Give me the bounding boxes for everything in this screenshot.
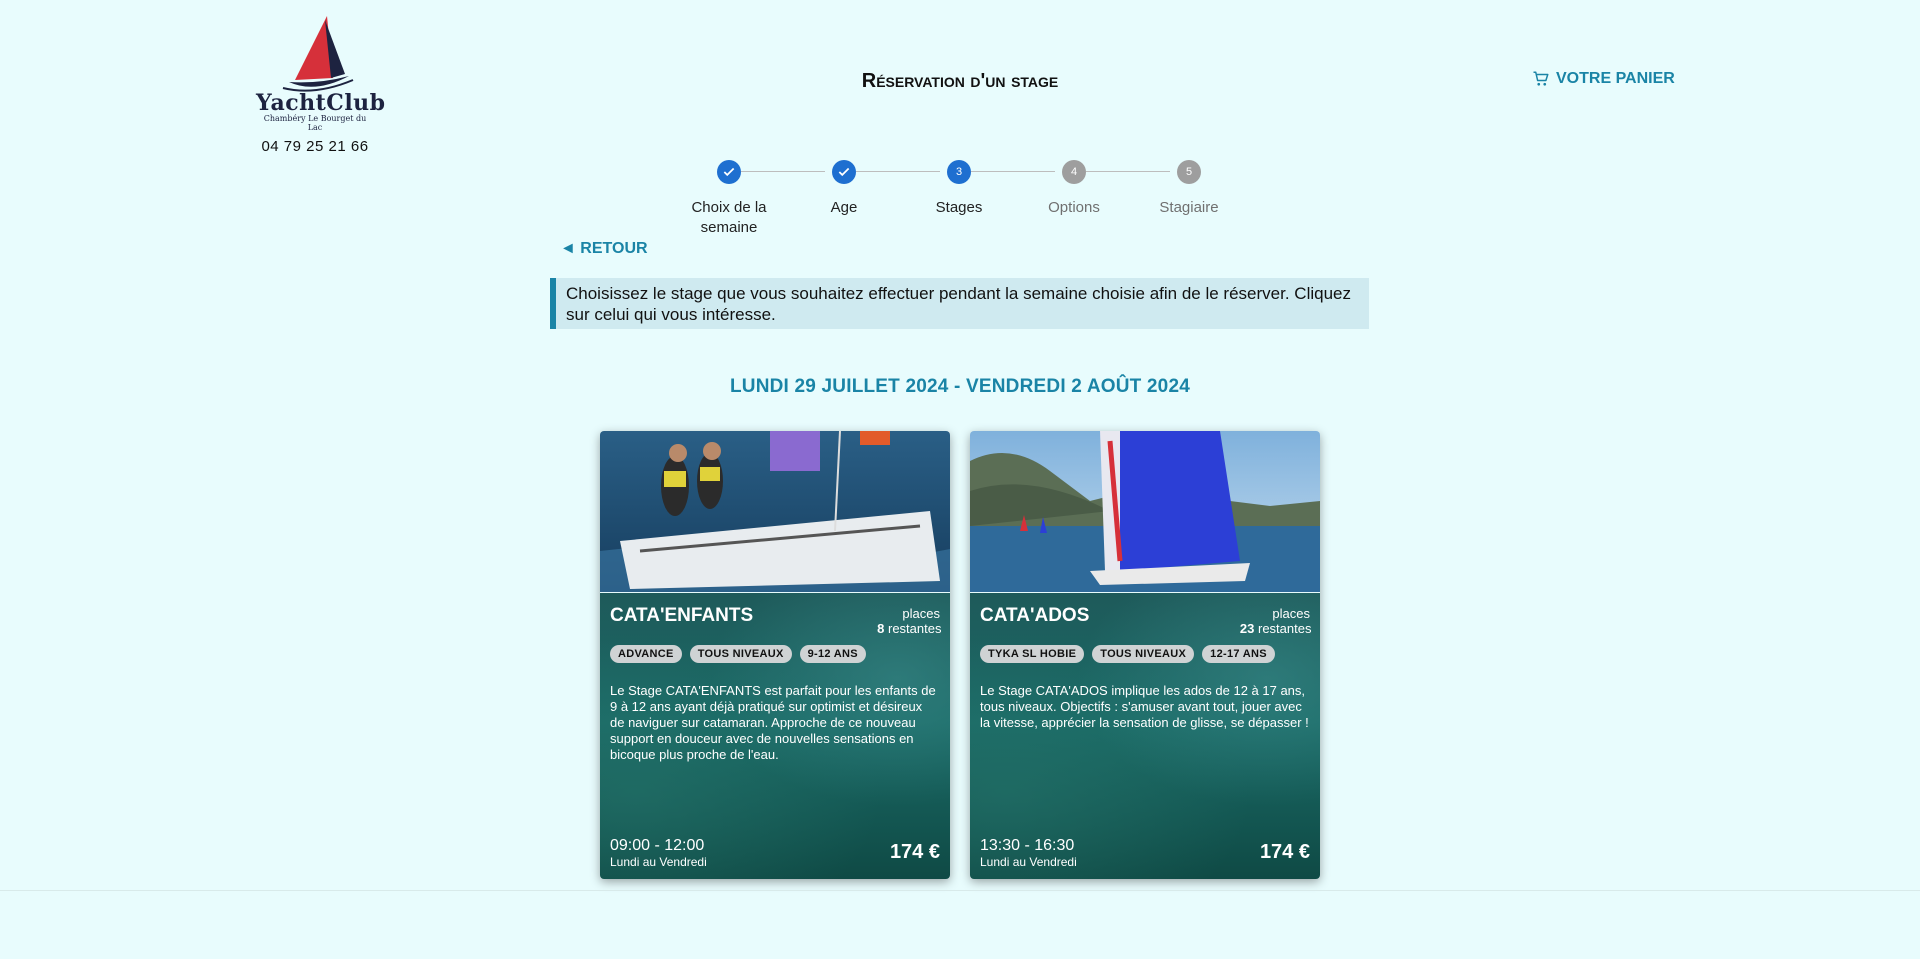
tag-list: TYKA SL HOBIE TOUS NIVEAUX 12-17 ANS	[980, 645, 1275, 663]
logo-name: YachtClub	[256, 90, 386, 116]
step-age[interactable]: Age	[784, 160, 904, 218]
step-stagiaire: 5 Stagiaire	[1129, 160, 1249, 218]
places-remaining: 23 places restantes	[1239, 606, 1312, 636]
tag-badge: TYKA SL HOBIE	[980, 645, 1085, 663]
sailboat-logo-icon	[282, 16, 354, 92]
step-number: 5	[1177, 160, 1201, 184]
stage-price: 174 €	[1259, 841, 1310, 863]
step-label: Stages	[935, 199, 983, 216]
stage-time: 13:30 - 16:30	[980, 837, 1075, 854]
tag-badge: TOUS NIVEAUX	[689, 645, 792, 663]
places-text: places restantes	[1258, 606, 1312, 636]
logo-subtitle: Chambéry Le Bourget du Lac	[263, 114, 367, 132]
page-title: Réservation d'un stage	[760, 70, 1160, 93]
places-text: places restantes	[888, 606, 942, 636]
cart-button[interactable]: VOTRE PANIER	[1532, 70, 1675, 88]
stage-title: CATA'ADOS	[980, 605, 1090, 626]
stage-photo	[600, 431, 950, 592]
card-body: CATA'ADOS 23 places restantes TYKA SL HO…	[970, 593, 1320, 879]
step-check-icon	[832, 160, 856, 184]
step-label: Stagiaire	[1159, 199, 1219, 216]
stage-photo	[970, 431, 1320, 592]
stage-title: CATA'ENFANTS	[610, 605, 754, 626]
stage-price: 174 €	[889, 841, 940, 863]
tag-badge: ADVANCE	[610, 645, 682, 663]
step-check-icon	[717, 160, 741, 184]
week-date-heading: LUNDI 29 JUILLET 2024 - VENDREDI 2 AOÛT …	[729, 376, 1190, 397]
stage-card-cata-ados[interactable]: CATA'ADOS 23 places restantes TYKA SL HO…	[970, 431, 1320, 879]
stage-description: Le Stage CATA'ADOS implique les ados de …	[980, 683, 1309, 730]
step-number: 4	[1062, 160, 1086, 184]
cart-label: VOTRE PANIER	[1556, 70, 1675, 87]
footer-divider	[0, 890, 1920, 891]
step-stages: 3 Stages	[899, 160, 1019, 218]
info-message: Choisissez le stage que vous souhaitez e…	[550, 278, 1369, 329]
card-body: CATA'ENFANTS 8 places restantes ADVANCE …	[600, 593, 950, 879]
places-count: 23	[1239, 621, 1255, 636]
page-title-initial: R	[861, 70, 877, 92]
places-remaining: 8 places restantes	[877, 606, 942, 636]
step-label: Choix de la semaine	[691, 199, 767, 236]
back-button[interactable]: ◄ RETOUR	[560, 240, 648, 258]
yacht-club-logo[interactable]: YachtClub Chambéry Le Bourget du Lac 04 …	[256, 14, 386, 155]
stage-time: 09:00 - 12:00	[610, 837, 705, 854]
stage-days: Lundi au Vendredi	[610, 855, 707, 869]
tag-list: ADVANCE TOUS NIVEAUX 9-12 ANS	[610, 645, 866, 663]
phone-number: 04 79 25 21 66	[261, 138, 369, 155]
tag-badge: TOUS NIVEAUX	[1092, 645, 1195, 663]
tag-badge: 12-17 ANS	[1202, 645, 1275, 663]
stage-description: Le Stage CATA'ENFANTS est parfait pour l…	[610, 683, 936, 762]
step-label: Options	[1048, 199, 1100, 216]
step-options: 4 Options	[1014, 160, 1134, 218]
step-number: 3	[947, 160, 971, 184]
page-title-rest: éservation d'un stage	[876, 70, 1059, 92]
step-week[interactable]: Choix de la semaine	[669, 160, 789, 238]
cart-icon	[1533, 71, 1549, 86]
step-label: Age	[830, 199, 858, 216]
tag-badge: 9-12 ANS	[799, 645, 866, 663]
stage-card-cata-enfants[interactable]: CATA'ENFANTS 8 places restantes ADVANCE …	[600, 431, 950, 879]
places-count: 8	[877, 621, 885, 636]
stage-days: Lundi au Vendredi	[980, 855, 1077, 869]
